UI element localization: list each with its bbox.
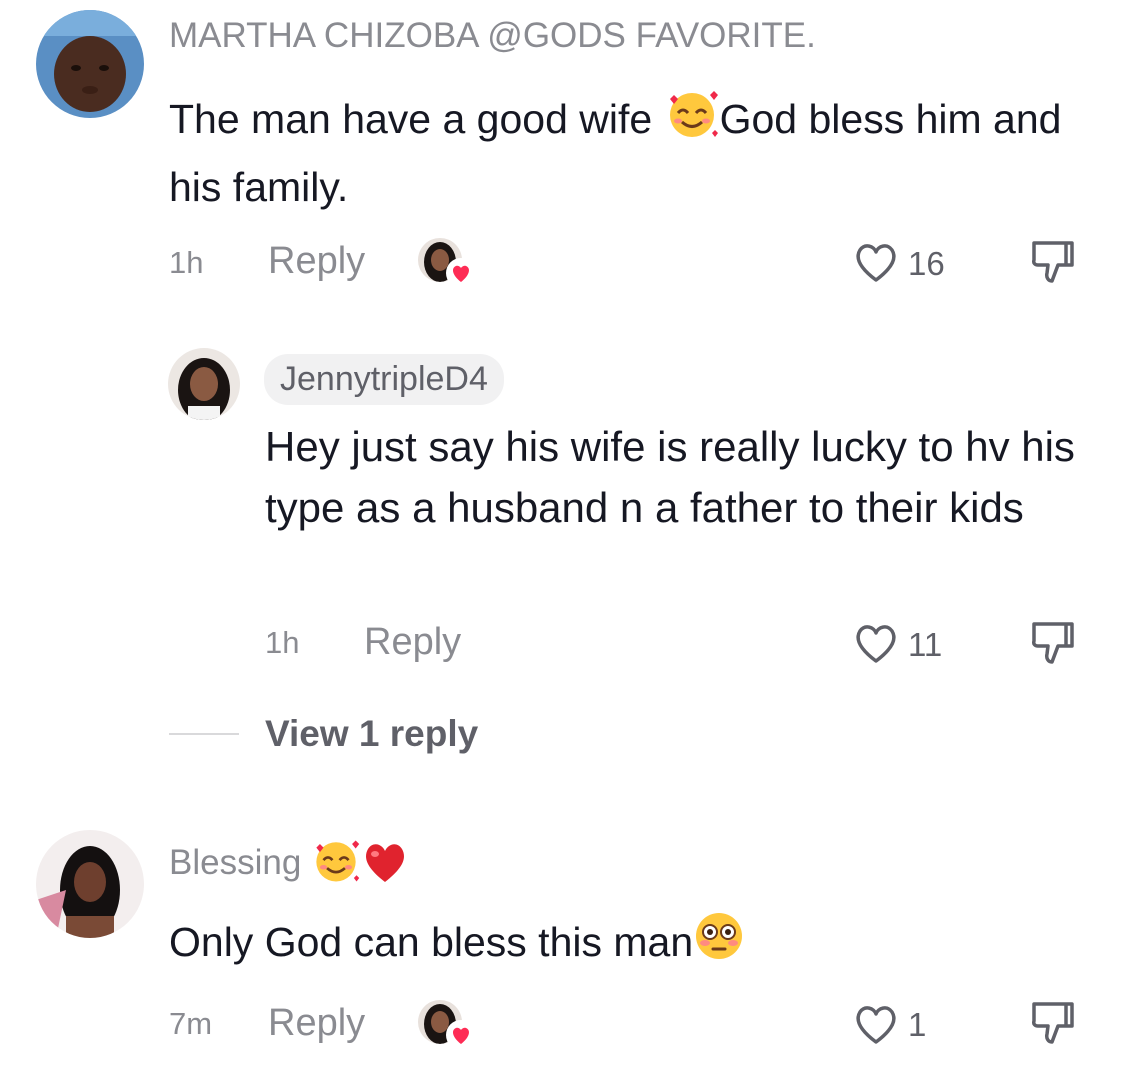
comment-username-text: Blessing	[169, 843, 302, 882]
creator-liked-badge	[418, 238, 476, 288]
reply-text: Hey just say his wife is really lucky to…	[265, 423, 1075, 531]
like-heart-icon[interactable]	[852, 1002, 900, 1046]
comment-time: 7m	[169, 1006, 213, 1041]
avatar[interactable]	[168, 348, 240, 420]
reply-button[interactable]: Reply	[364, 621, 461, 664]
view-replies-button[interactable]: View 1 reply	[265, 713, 478, 755]
dislike-icon[interactable]	[1030, 1000, 1076, 1048]
reply-button[interactable]: Reply	[268, 240, 365, 283]
replies-divider	[169, 733, 239, 735]
creator-liked-badge	[418, 1000, 476, 1050]
smiling-face-with-hearts-emoji	[311, 838, 361, 893]
like-count: 16	[908, 245, 945, 282]
comment-text: The man have a good wife God bless him a…	[169, 88, 1099, 218]
comment-username[interactable]: MARTHA CHIZOBA @GODS FAVORITE.	[169, 16, 816, 56]
like-count: 11	[908, 626, 943, 663]
reply-button[interactable]: Reply	[268, 1002, 365, 1045]
comment-text-main: Only God can bless this man	[169, 919, 694, 965]
like-heart-icon[interactable]	[852, 240, 900, 284]
comment-username[interactable]: Blessing	[169, 838, 409, 893]
dislike-icon[interactable]	[1030, 620, 1076, 668]
dislike-icon[interactable]	[1030, 239, 1076, 287]
flushed-face-emoji	[693, 910, 745, 979]
avatar[interactable]	[36, 10, 144, 118]
creator-username-pill[interactable]: JennytripleD4	[264, 354, 504, 405]
red-heart-emoji	[361, 840, 409, 893]
heart-badge-icon	[446, 1020, 476, 1050]
comment-text-part1: The man have a good wife	[169, 96, 664, 142]
comment-text: Only God can bless this man	[169, 910, 1099, 979]
comment-time: 1h	[169, 245, 204, 280]
like-count: 1	[908, 1006, 927, 1043]
heart-badge-icon	[446, 258, 476, 288]
reply-time: 1h	[265, 625, 300, 660]
smiling-face-with-hearts-emoji	[664, 89, 720, 156]
avatar[interactable]	[36, 830, 144, 938]
like-heart-icon[interactable]	[852, 621, 900, 665]
